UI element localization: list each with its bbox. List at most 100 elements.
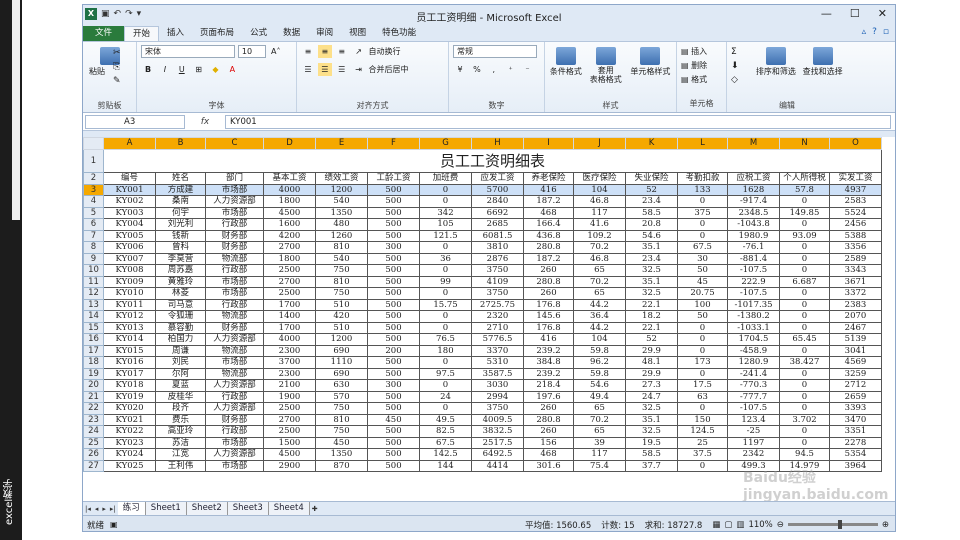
cell[interactable]: 3370: [471, 344, 524, 357]
cell[interactable]: 67.5: [677, 241, 728, 254]
currency-icon[interactable]: ¥: [453, 63, 467, 76]
cell[interactable]: 4414: [471, 459, 524, 472]
cell[interactable]: 29.9: [625, 367, 678, 380]
cell[interactable]: 0: [419, 195, 472, 208]
cell[interactable]: 0: [677, 333, 728, 346]
cell[interactable]: 82.5: [419, 425, 472, 438]
cell[interactable]: 280.8: [523, 241, 574, 254]
cell[interactable]: 0: [779, 241, 830, 254]
formula-input[interactable]: KY001: [225, 114, 891, 129]
cell[interactable]: 财务部: [205, 229, 264, 242]
cell[interactable]: 费乐: [155, 413, 206, 426]
cell[interactable]: 2500: [263, 425, 316, 438]
cell[interactable]: 物流部: [205, 344, 264, 357]
cell[interactable]: 应税工资: [727, 172, 780, 185]
cell[interactable]: 0: [677, 367, 728, 380]
cell[interactable]: 0: [419, 379, 472, 392]
cell[interactable]: 49.4: [573, 390, 626, 403]
cell[interactable]: 6692: [471, 206, 524, 219]
cell[interactable]: 67.5: [419, 436, 472, 449]
cell[interactable]: 市场部: [205, 183, 264, 196]
cell[interactable]: 5776.5: [471, 333, 524, 346]
column-header-j[interactable]: J: [573, 137, 626, 150]
cell[interactable]: 187.2: [523, 252, 574, 265]
cell[interactable]: 142.5: [419, 448, 472, 461]
cell[interactable]: 1628: [727, 183, 780, 196]
cell[interactable]: 45: [677, 275, 728, 288]
cell[interactable]: 144: [419, 459, 472, 472]
cell[interactable]: 35.1: [625, 241, 678, 254]
cell[interactable]: 1700: [263, 321, 316, 334]
cell[interactable]: 2700: [263, 275, 316, 288]
cell[interactable]: 市场部: [205, 459, 264, 472]
cell[interactable]: 财务部: [205, 321, 264, 334]
cell[interactable]: 65: [573, 425, 626, 438]
cell[interactable]: 4500: [263, 448, 316, 461]
cell[interactable]: 52: [625, 333, 678, 346]
last-sheet-icon[interactable]: ▸|: [110, 505, 116, 513]
cell[interactable]: 0: [677, 229, 728, 242]
copy-icon[interactable]: ⎘: [113, 60, 121, 74]
cell[interactable]: 36.4: [573, 310, 626, 323]
cell[interactable]: 25: [677, 436, 728, 449]
sheet-tab-sheet3[interactable]: Sheet3: [227, 502, 269, 515]
cell[interactable]: 2700: [263, 413, 316, 426]
tab-data[interactable]: 数据: [275, 26, 308, 41]
row-header[interactable]: 6: [83, 218, 104, 231]
cell[interactable]: 500: [367, 287, 420, 300]
cell[interactable]: -1017.35: [727, 298, 780, 311]
cell[interactable]: KY014: [103, 333, 156, 346]
cell[interactable]: 94.5: [779, 448, 830, 461]
cell[interactable]: 104: [573, 333, 626, 346]
border-icon[interactable]: ⊞: [192, 63, 206, 76]
cell[interactable]: 500: [367, 264, 420, 277]
cell[interactable]: 2320: [471, 310, 524, 323]
cell[interactable]: 0: [419, 321, 472, 334]
cell[interactable]: 皮桂华: [155, 390, 206, 403]
cell[interactable]: 王利伟: [155, 459, 206, 472]
cell[interactable]: 70.2: [573, 413, 626, 426]
cell[interactable]: 300: [367, 379, 420, 392]
cell[interactable]: 500: [367, 195, 420, 208]
cell[interactable]: 15.75: [419, 298, 472, 311]
cell[interactable]: 0: [419, 402, 472, 415]
worksheet-grid[interactable]: ABCDEFGHIJKLMNO 1 员工工资明细表 2 编号 姓名 部门 基本工资 绩效工…: [83, 137, 895, 501]
cell[interactable]: 416: [523, 333, 574, 346]
cell[interactable]: 19.5: [625, 436, 678, 449]
cell[interactable]: 1800: [263, 195, 316, 208]
cell[interactable]: KY008: [103, 264, 156, 277]
cell[interactable]: 450: [315, 436, 368, 449]
column-header-e[interactable]: E: [315, 137, 368, 150]
cell[interactable]: 6492.5: [471, 448, 524, 461]
cell[interactable]: 18.2: [625, 310, 678, 323]
row-header[interactable]: 24: [83, 425, 104, 438]
sheet-tab-sheet1[interactable]: Sheet1: [145, 502, 187, 515]
cell[interactable]: 刘民: [155, 356, 206, 369]
cell[interactable]: 0: [677, 218, 728, 231]
cell[interactable]: 物流部: [205, 310, 264, 323]
cell[interactable]: 3372: [829, 287, 882, 300]
row-header[interactable]: 4: [83, 195, 104, 208]
cell[interactable]: -107.5: [727, 287, 780, 300]
column-header-i[interactable]: I: [523, 137, 574, 150]
align-middle-icon[interactable]: ≡: [317, 45, 332, 58]
underline-button[interactable]: U: [175, 63, 189, 76]
cell[interactable]: 75.4: [573, 459, 626, 472]
cell[interactable]: 部门: [205, 172, 264, 185]
cell[interactable]: -1033.1: [727, 321, 780, 334]
cell[interactable]: 39: [573, 436, 626, 449]
row-header[interactable]: 27: [83, 459, 104, 472]
cell[interactable]: 物流部: [205, 367, 264, 380]
cell[interactable]: 176.8: [523, 321, 574, 334]
orientation-icon[interactable]: ↗: [352, 45, 366, 58]
cell[interactable]: 0: [779, 287, 830, 300]
cell[interactable]: 63: [677, 390, 728, 403]
cell[interactable]: 104: [573, 183, 626, 196]
cell[interactable]: 柏国力: [155, 333, 206, 346]
cell[interactable]: 20.75: [677, 287, 728, 300]
cell[interactable]: 23.4: [625, 252, 678, 265]
cell[interactable]: 2994: [471, 390, 524, 403]
cell[interactable]: 2840: [471, 195, 524, 208]
cell[interactable]: 2500: [263, 402, 316, 415]
cell[interactable]: 500: [367, 402, 420, 415]
